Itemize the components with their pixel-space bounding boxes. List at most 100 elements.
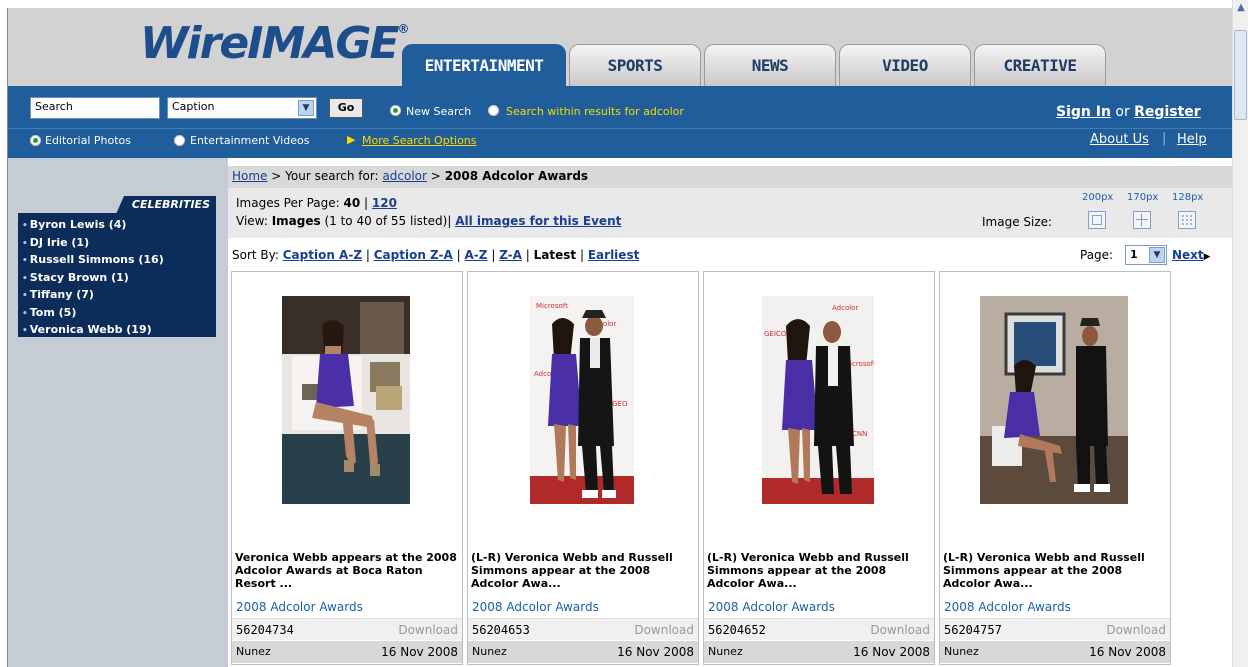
celebrity-item[interactable]: • DJ Irie (1) <box>22 235 212 253</box>
breadcrumb-query-link[interactable]: adcolor <box>382 169 427 183</box>
go-button[interactable]: Go <box>329 98 363 118</box>
image-meta-row: Nunez 16 Nov 2008 <box>468 641 698 663</box>
tab-video[interactable]: VIDEO <box>839 44 971 86</box>
celebrity-item[interactable]: • Tom (5) <box>22 305 212 323</box>
image-card: Microsoft Adcolor Adcolor DIAGEO (L-R) V… <box>467 271 699 665</box>
new-search-radio[interactable] <box>390 105 401 116</box>
photo-thumbnail[interactable]: Adcolor GEICO Microsoft CNN <box>762 296 874 504</box>
size-small-icon[interactable] <box>1178 211 1196 229</box>
next-page-link[interactable]: Next▶ <box>1172 248 1211 262</box>
vertical-scrollbar[interactable]: ▲ <box>1232 0 1248 667</box>
breadcrumb-home-link[interactable]: Home <box>232 169 267 183</box>
image-card: Veronica Webb appears at the 2008 Adcolo… <box>231 271 463 665</box>
search-input[interactable]: Search <box>30 97 160 119</box>
celebrity-item[interactable]: • Veronica Webb (19) <box>22 322 212 340</box>
image-date: 16 Nov 2008 <box>617 645 694 659</box>
event-link[interactable]: 2008 Adcolor Awards <box>472 600 599 614</box>
sign-in-link[interactable]: Sign In <box>1056 104 1111 120</box>
event-link[interactable]: 2008 Adcolor Awards <box>944 600 1071 614</box>
chevron-down-icon: ▼ <box>1149 247 1165 263</box>
about-us-link[interactable]: About Us <box>1090 132 1149 147</box>
svg-text:GEICO: GEICO <box>764 330 787 338</box>
celebrities-header: CELEBRITIES <box>116 196 216 214</box>
event-link[interactable]: 2008 Adcolor Awards <box>708 600 835 614</box>
sort-caption-a-z[interactable]: Caption A-Z <box>283 248 362 262</box>
scrollbar-thumb[interactable] <box>1234 30 1247 120</box>
image-caption[interactable]: (L-R) Veronica Webb and Russell Simmons … <box>707 551 933 590</box>
editorial-photos-label: Editorial Photos <box>45 134 132 147</box>
per-page-120-link[interactable]: 120 <box>372 196 397 210</box>
svg-text:CNN: CNN <box>852 430 867 438</box>
register-link[interactable]: Register <box>1134 104 1201 120</box>
view-info: View: Images (1 to 40 of 55 listed)| All… <box>236 214 622 228</box>
size-128-label: 128px <box>1172 192 1204 203</box>
editorial-photos-radio[interactable] <box>30 135 41 146</box>
celebrity-item[interactable]: • Stacy Brown (1) <box>22 270 212 288</box>
search-within-radio[interactable] <box>488 105 499 116</box>
image-id: 56204757 <box>944 623 1002 637</box>
size-large-icon[interactable] <box>1088 211 1106 229</box>
download-link[interactable]: Download <box>870 623 930 637</box>
event-link[interactable]: 2008 Adcolor Awards <box>236 600 363 614</box>
svg-text:Microsoft: Microsoft <box>536 302 568 310</box>
breadcrumb-current: 2008 Adcolor Awards <box>444 169 589 183</box>
more-search-options-link[interactable]: More Search Options <box>362 134 477 147</box>
image-meta-row: Nunez 16 Nov 2008 <box>704 641 934 663</box>
photographer: Nunez <box>708 645 743 658</box>
entertainment-videos-radio[interactable] <box>174 135 185 146</box>
celebrity-item[interactable]: • Byron Lewis (4) <box>22 217 212 235</box>
per-page-40[interactable]: 40 <box>344 196 361 210</box>
help-link[interactable]: Help <box>1177 132 1207 147</box>
tab-creative[interactable]: CREATIVE <box>974 44 1106 86</box>
sort-by: Sort By: Caption A-Z | Caption Z-A | A-Z… <box>232 248 640 262</box>
sort-latest[interactable]: Latest <box>534 248 577 262</box>
image-size-label: Image Size: <box>982 215 1053 229</box>
page-select[interactable]: 1 ▼ <box>1125 245 1167 265</box>
photographer: Nunez <box>472 645 507 658</box>
photographer: Nunez <box>236 645 271 658</box>
all-images-link[interactable]: All images for this Event <box>455 214 621 228</box>
image-caption[interactable]: Veronica Webb appears at the 2008 Adcolo… <box>235 551 461 590</box>
image-date: 16 Nov 2008 <box>1089 645 1166 659</box>
breadcrumb: Home > Your search for: adcolor > 2008 A… <box>228 166 1232 188</box>
wireimage-logo[interactable]: WireIMAGE® <box>140 18 410 69</box>
photo-thumbnail[interactable] <box>980 296 1128 504</box>
image-date: 16 Nov 2008 <box>853 645 930 659</box>
breadcrumb-separator: > <box>430 169 441 183</box>
search-within-label: Search within results for adcolor <box>506 105 684 118</box>
image-caption[interactable]: (L-R) Veronica Webb and Russell Simmons … <box>471 551 697 590</box>
photo-thumbnail[interactable] <box>282 296 410 504</box>
image-id-row: 56204652 Download <box>704 618 934 640</box>
download-link[interactable]: Download <box>1106 623 1166 637</box>
view-type: Images <box>271 214 321 228</box>
page-label: Page: <box>1080 248 1114 262</box>
results-info: Images Per Page: 40 | 120 View: Images (… <box>228 188 1232 238</box>
tab-sports[interactable]: SPORTS <box>569 44 701 86</box>
image-caption[interactable]: (L-R) Veronica Webb and Russell Simmons … <box>943 551 1169 590</box>
image-id-row: 56204734 Download <box>232 618 462 640</box>
celebrities-list: • Byron Lewis (4) • DJ Irie (1) • Russell S… <box>18 213 216 337</box>
sort-earliest[interactable]: Earliest <box>588 248 639 262</box>
svg-text:Adcolor: Adcolor <box>832 304 858 312</box>
download-link[interactable]: Download <box>634 623 694 637</box>
image-id-row: 56204653 Download <box>468 618 698 640</box>
celebrity-item[interactable]: • Russell Simmons (16) <box>22 252 212 270</box>
breadcrumb-label: Your search for: <box>285 169 379 183</box>
sort-caption-z-a[interactable]: Caption Z-A <box>374 248 453 262</box>
or-text: or <box>1115 104 1130 120</box>
scroll-up-icon[interactable]: ▲ <box>1235 2 1247 14</box>
images-per-page: Images Per Page: 40 | 120 <box>236 196 397 210</box>
section-tabs: ENTERTAINMENT SPORTS NEWS VIDEO CREATIVE <box>402 44 1109 86</box>
celebrity-item[interactable]: • Tiffany (7) <box>22 287 212 305</box>
sort-z-a[interactable]: Z-A <box>499 248 522 262</box>
sort-a-z[interactable]: A-Z <box>465 248 488 262</box>
download-link[interactable]: Download <box>398 623 458 637</box>
tab-news[interactable]: NEWS <box>704 44 836 86</box>
entertainment-videos-label: Entertainment Videos <box>190 134 310 147</box>
size-medium-icon[interactable] <box>1133 211 1151 229</box>
breadcrumb-separator: > <box>271 169 282 183</box>
search-field-select[interactable]: Caption ▼ <box>167 97 317 119</box>
photo-thumbnail[interactable]: Microsoft Adcolor Adcolor DIAGEO <box>530 296 634 504</box>
tab-entertainment[interactable]: ENTERTAINMENT <box>402 44 566 86</box>
image-date: 16 Nov 2008 <box>381 645 458 659</box>
